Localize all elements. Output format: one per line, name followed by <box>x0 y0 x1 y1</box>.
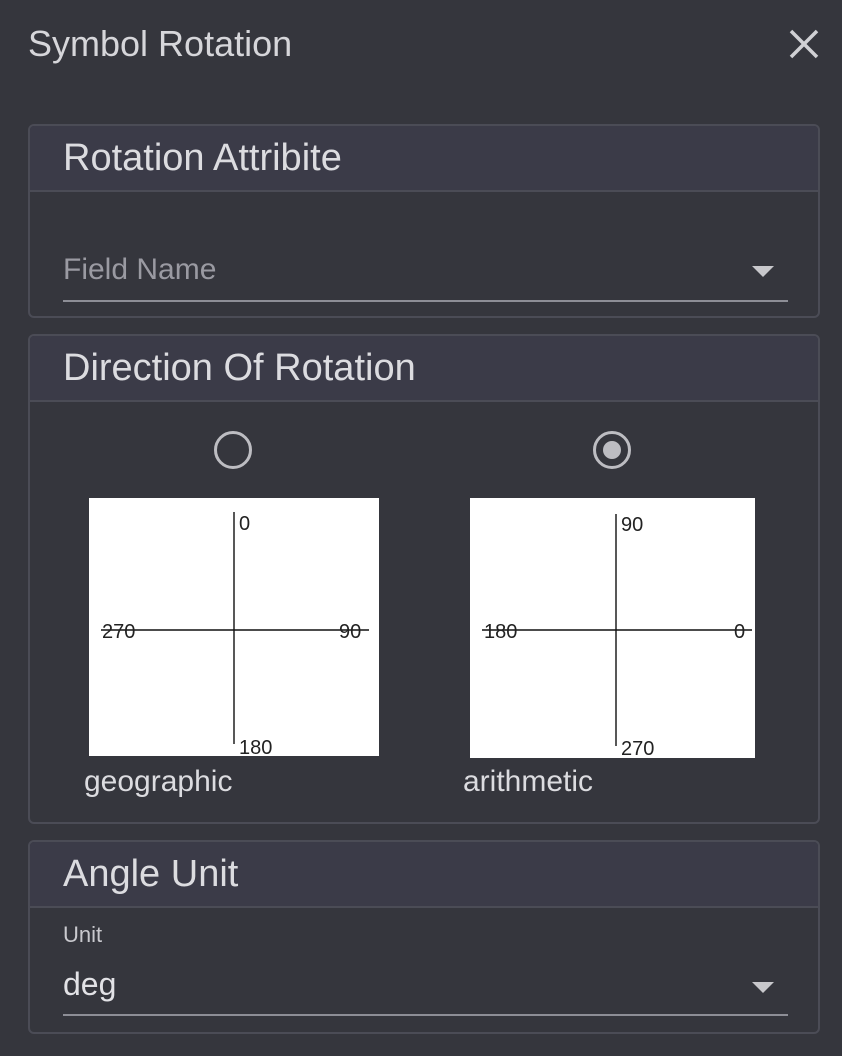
angle-unit-title: Angle Unit <box>63 853 239 895</box>
chevron-down-icon[interactable] <box>752 266 774 277</box>
geo-label-left: 270 <box>102 621 135 643</box>
ari-label-left: 180 <box>484 621 517 643</box>
geographic-diagram: 0 270 90 180 <box>89 498 379 756</box>
unit-select-value: deg <box>63 966 117 1002</box>
ari-label-right: 0 <box>734 621 745 643</box>
close-icon[interactable] <box>782 22 826 66</box>
rotation-attribute-panel: Rotation Attribite Field Name <box>28 124 820 318</box>
geo-label-right: 90 <box>339 621 361 643</box>
chevron-down-icon[interactable] <box>752 982 774 993</box>
angle-unit-panel: Angle Unit Unit deg <box>28 840 820 1034</box>
arithmetic-radio[interactable] <box>593 431 631 469</box>
field-name-select[interactable]: Field Name <box>63 240 788 302</box>
angle-unit-header: Angle Unit <box>30 842 818 908</box>
rotation-attribute-title: Rotation Attribite <box>63 137 342 179</box>
arithmetic-label: arithmetic <box>463 765 594 798</box>
geographic-label: geographic <box>84 765 233 798</box>
field-name-placeholder: Field Name <box>63 253 217 286</box>
arithmetic-diagram: 90 180 0 270 <box>470 498 755 758</box>
geo-label-top: 0 <box>239 513 250 535</box>
ari-label-top: 90 <box>621 514 643 536</box>
geographic-radio[interactable] <box>214 431 252 469</box>
close-button[interactable] <box>782 22 826 66</box>
geo-label-bottom: 180 <box>239 737 272 756</box>
unit-field-label: Unit <box>63 922 103 947</box>
unit-select[interactable]: deg <box>63 956 788 1016</box>
direction-of-rotation-panel: Direction Of Rotation 0 270 90 180 90 18… <box>28 334 820 824</box>
rotation-attribute-header: Rotation Attribite <box>30 126 818 192</box>
direction-title: Direction Of Rotation <box>63 347 416 389</box>
ari-label-bottom: 270 <box>621 738 654 758</box>
direction-header: Direction Of Rotation <box>30 336 818 402</box>
dialog-title: Symbol Rotation <box>28 23 293 64</box>
